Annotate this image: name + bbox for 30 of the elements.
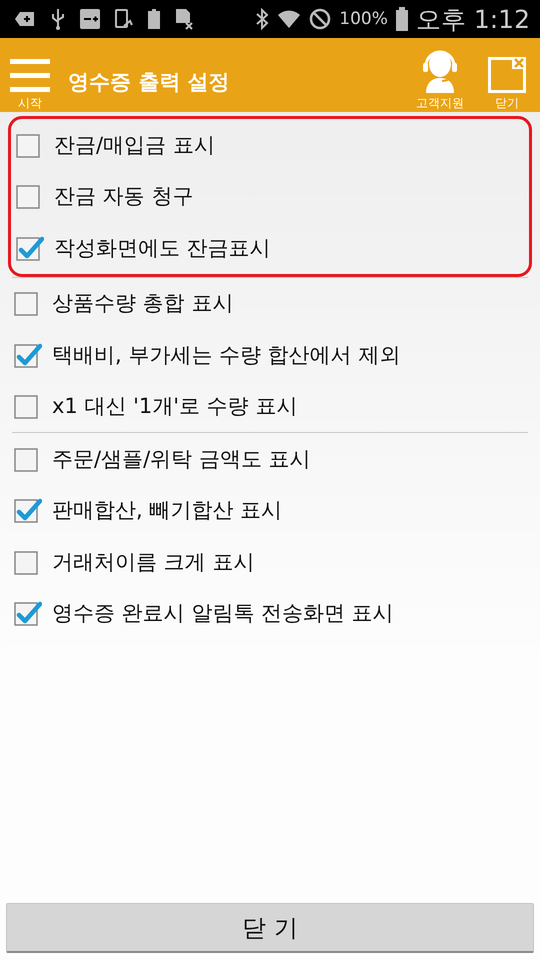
checkbox-option[interactable]: 거래처이름 크게 표시 xyxy=(14,536,526,588)
page-title: 영수증 출력 설정 xyxy=(68,69,230,96)
checkbox-option[interactable]: 영수증 완료시 알림톡 전송화면 표시 xyxy=(14,588,526,639)
battery-icon xyxy=(396,7,408,31)
menu-icon xyxy=(10,59,50,93)
checkbox-option[interactable]: 상품수량 총합 표시 xyxy=(14,278,526,329)
checkbox-option[interactable]: 판매합산, 빼기합산 표시 xyxy=(14,484,526,536)
wifi-icon xyxy=(277,8,302,30)
close-button[interactable]: 닫 기 xyxy=(6,903,534,953)
checkbox[interactable] xyxy=(14,600,42,626)
battery-percent: 100% xyxy=(339,9,388,29)
app-icon xyxy=(80,9,100,29)
checkbox[interactable] xyxy=(16,234,44,261)
bluetooth-icon xyxy=(255,8,270,30)
blocked-icon xyxy=(309,8,332,30)
checkbox-option[interactable]: x1 대신 '1개'로 수량 표시 xyxy=(14,380,526,432)
checkbox-option[interactable]: 택배비, 부가세는 수량 합산에서 제외 xyxy=(14,329,526,380)
notification-icon xyxy=(14,10,36,28)
checkbox-option[interactable]: 주문/샘플/위탁 금액도 표시 xyxy=(14,433,526,484)
sim-card-icon xyxy=(174,8,194,30)
checkbox[interactable] xyxy=(14,497,42,524)
checkbox[interactable] xyxy=(14,342,42,368)
checkbox-option[interactable]: 작성화면에도 잔금표시 xyxy=(16,222,524,274)
phone-sync-icon xyxy=(114,8,134,30)
window-close-icon xyxy=(488,57,526,93)
clock: 오후 1:12 xyxy=(416,4,530,36)
checkbox-option[interactable]: 잔금 자동 청구 xyxy=(16,170,524,222)
checkbox-option[interactable]: 잔금/매입금 표시 xyxy=(16,119,524,170)
usb-icon xyxy=(50,8,66,30)
battery-small-icon xyxy=(148,9,160,29)
